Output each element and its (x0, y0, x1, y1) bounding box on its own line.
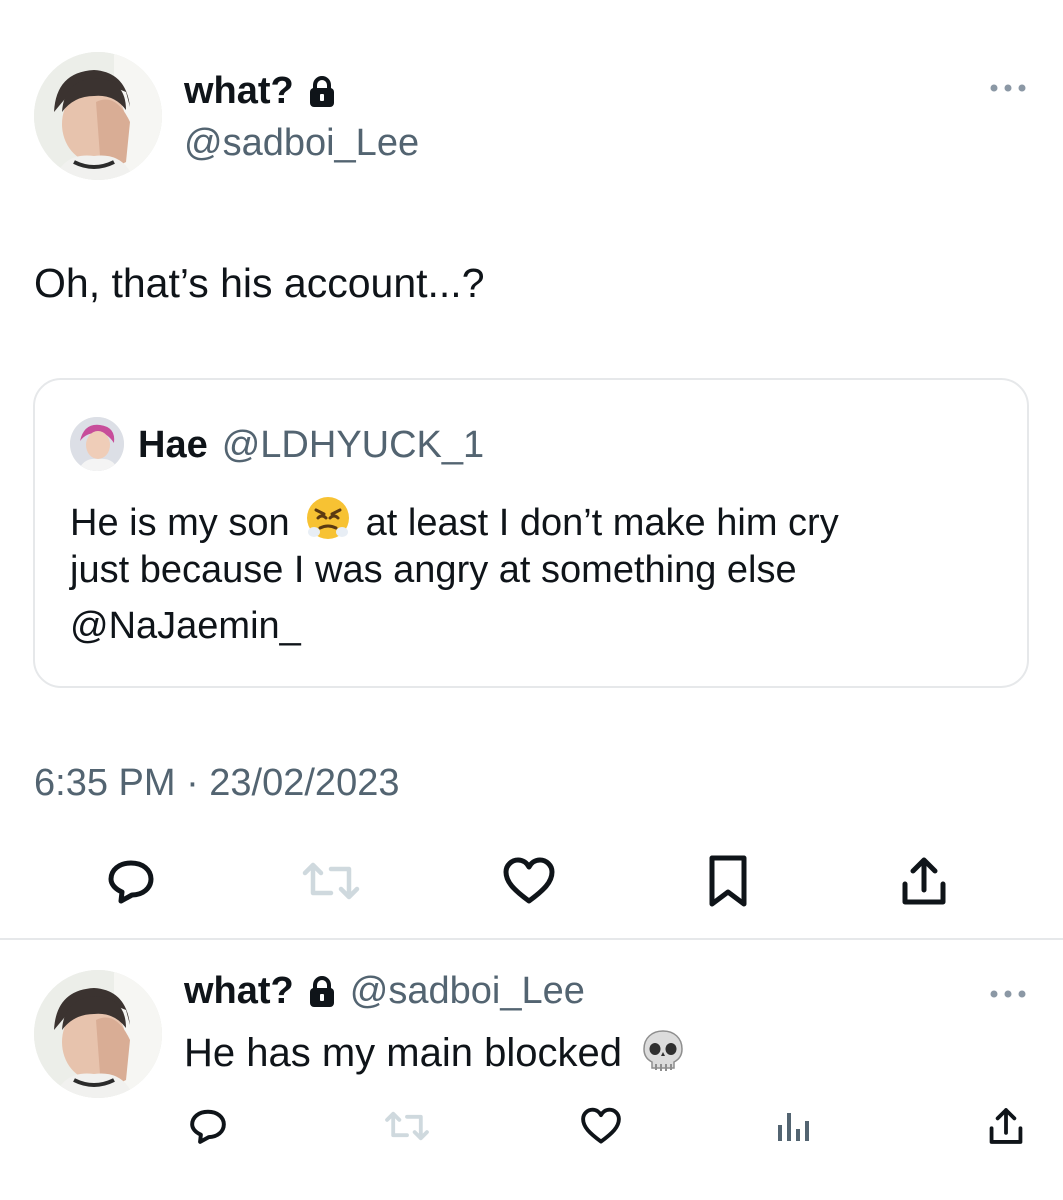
more-dots-icon[interactable] (988, 78, 1028, 98)
reply-display-name[interactable]: what? (184, 970, 294, 1013)
reply-text-row: He has my main blocked (184, 1028, 686, 1079)
reply-text: He has my main blocked (184, 1031, 622, 1075)
tweet-timestamp[interactable]: 6:35 PM · 23/02/2023 (34, 762, 399, 805)
retweet-icon[interactable] (300, 856, 362, 906)
reply-icon[interactable] (104, 854, 158, 908)
quote-mention[interactable]: @NaJaemin_ (70, 605, 301, 648)
angry-face-emoji (304, 494, 352, 552)
display-name[interactable]: what? (184, 70, 294, 113)
reply-handle[interactable]: @sadboi_Lee (350, 970, 585, 1013)
reply-header: what? @sadboi_Lee (184, 970, 585, 1013)
quote-header: Hae @LDHYUCK_1 (138, 424, 484, 467)
display-name-row: what? (184, 70, 336, 113)
bookmark-icon[interactable] (704, 852, 752, 910)
retweet-icon[interactable] (384, 1108, 430, 1144)
quote-text-start: He is my son (70, 501, 290, 544)
quote-line-2: just because I was angry at something el… (70, 549, 797, 591)
share-icon[interactable] (896, 852, 952, 910)
like-icon[interactable] (578, 1106, 624, 1146)
quote-handle[interactable]: @LDHYUCK_1 (222, 424, 484, 467)
reply-avatar[interactable] (34, 970, 162, 1098)
lock-icon (308, 975, 336, 1009)
quote-avatar[interactable] (70, 417, 124, 471)
divider (0, 938, 1063, 940)
quote-line-1: He is my son at least I don’t make him c… (70, 494, 839, 552)
quote-text-end: at least I don’t make him cry (365, 501, 839, 544)
handle[interactable]: @sadboi_Lee (184, 122, 419, 165)
like-icon[interactable] (500, 854, 558, 908)
skull-emoji (640, 1028, 686, 1079)
quote-display-name[interactable]: Hae (138, 424, 208, 467)
avatar[interactable] (34, 52, 162, 180)
more-dots-icon[interactable] (988, 984, 1028, 1004)
views-icon[interactable] (774, 1106, 814, 1146)
reply-icon[interactable] (186, 1106, 230, 1146)
tweet-text: Oh, that’s his account...? (34, 260, 485, 306)
share-icon[interactable] (984, 1104, 1028, 1148)
lock-icon (308, 75, 336, 109)
